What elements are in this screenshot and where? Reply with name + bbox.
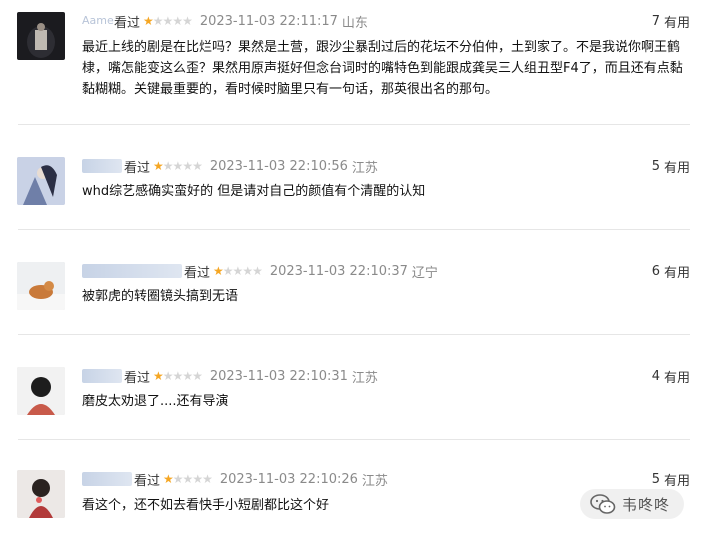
review-location: 江苏 — [351, 160, 378, 176]
username-link[interactable]: Aame — [82, 14, 114, 28]
useful-label: 有用 — [663, 473, 690, 489]
useful-count: 5 — [651, 158, 660, 174]
review-text: 被郭虎的转圈镜头搞到无语 — [82, 289, 239, 304]
review-meta: 看过 ★ ★ ★ ★ ★ 2023-11-03 22:10:31 江苏 — [82, 365, 378, 387]
review-item: 看过 ★ ★ ★ ★ ★ 2023-11-03 22:10:56 江苏 5 有用 whd… — [0, 125, 702, 230]
review-list: Aame 看过 ★ ★ ★ ★ ★ 2023-11-03 22:11:17 山东 7 有… — [0, 0, 702, 537]
avatar[interactable] — [17, 262, 65, 310]
star-icon: ★ — [192, 472, 203, 486]
star-icon: ★ — [242, 264, 253, 278]
star-icon: ★ — [163, 472, 174, 486]
useful-button[interactable]: 6 有用 — [652, 260, 690, 282]
review-meta: Aame 看过 ★ ★ ★ ★ ★ 2023-11-03 22:11:17 山东 — [82, 10, 368, 32]
star-icon: ★ — [143, 14, 154, 28]
star-icon: ★ — [162, 14, 174, 28]
useful-label: 有用 — [663, 265, 690, 281]
useful-button[interactable]: 7 有用 — [652, 10, 690, 32]
review-location: 山东 — [341, 15, 368, 31]
review-meta: 看过 ★ ★ ★ ★ ★ 2023-11-03 22:10:56 江苏 — [82, 155, 378, 177]
review-text: 磨皮太劝退了....还有导演 — [82, 394, 229, 409]
star-icon: ★ — [232, 264, 244, 278]
avatar[interactable] — [17, 12, 65, 60]
action-label: 看过 — [124, 160, 151, 176]
star-icon: ★ — [252, 264, 263, 278]
star-icon: ★ — [153, 369, 164, 383]
review-time: 2023-11-03 22:10:26 — [219, 471, 358, 487]
useful-label: 有用 — [663, 370, 690, 386]
username-link[interactable] — [82, 472, 132, 486]
star-icon: ★ — [172, 472, 184, 486]
useful-button[interactable]: 5 有用 — [652, 155, 690, 177]
star-icon: ★ — [182, 14, 193, 28]
review-item: 看过 ★ ★ ★ ★ ★ 2023-11-03 22:10:31 江苏 4 有用 磨皮太… — [0, 335, 702, 440]
star-icon: ★ — [162, 159, 174, 173]
action-label: 看过 — [134, 473, 161, 489]
action-label: 看过 — [184, 265, 211, 281]
review-text: whd综艺感确实蛮好的 但是请对自己的颜值有个清醒的认知 — [82, 184, 426, 199]
review-time: 2023-11-03 22:10:37 — [269, 263, 408, 279]
useful-count: 5 — [651, 471, 660, 487]
star-icon: ★ — [182, 159, 193, 173]
watermark: 韦咚咚 — [579, 489, 684, 519]
action-label: 看过 — [124, 370, 151, 386]
review-time: 2023-11-03 22:10:56 — [209, 158, 348, 174]
review-item: Aame 看过 ★ ★ ★ ★ ★ 2023-11-03 22:11:17 山东 7 有… — [0, 0, 702, 125]
useful-button[interactable]: 4 有用 — [652, 365, 690, 387]
star-icon: ★ — [172, 14, 183, 28]
watermark-text: 韦咚咚 — [621, 495, 670, 514]
star-icon: ★ — [162, 369, 174, 383]
avatar[interactable] — [17, 470, 65, 518]
rating-stars: ★ ★ ★ ★ ★ — [143, 14, 193, 28]
wechat-icon — [590, 494, 616, 514]
star-icon: ★ — [182, 369, 193, 383]
useful-count: 7 — [651, 13, 660, 29]
review-text: 最近上线的剧是在比烂吗？果然是土营，跟沙尘暴刮过后的花坛不分伯仲，土到家了。不是… — [82, 40, 683, 97]
review-item: 看过 ★ ★ ★ ★ ★ 2023-11-03 22:10:37 辽宁 6 有用 被郭虎… — [0, 230, 702, 335]
avatar[interactable] — [17, 367, 65, 415]
username-link[interactable] — [82, 264, 182, 278]
rating-stars: ★ ★ ★ ★ ★ — [213, 264, 263, 278]
star-icon: ★ — [213, 264, 224, 278]
rating-stars: ★ ★ ★ ★ ★ — [163, 472, 213, 486]
useful-label: 有用 — [663, 160, 690, 176]
star-icon: ★ — [222, 264, 234, 278]
review-location: 江苏 — [361, 473, 388, 489]
review-location: 江苏 — [351, 370, 378, 386]
review-meta: 看过 ★ ★ ★ ★ ★ 2023-11-03 22:10:26 江苏 — [82, 468, 388, 490]
star-icon: ★ — [192, 159, 203, 173]
useful-count: 4 — [651, 368, 660, 384]
useful-button[interactable]: 5 有用 — [652, 468, 690, 490]
star-icon: ★ — [172, 159, 184, 173]
avatar[interactable] — [17, 157, 65, 205]
star-icon: ★ — [192, 369, 203, 383]
action-label: 看过 — [114, 15, 141, 31]
review-time: 2023-11-03 22:11:17 — [199, 13, 338, 29]
useful-label: 有用 — [663, 15, 690, 31]
star-icon: ★ — [202, 472, 213, 486]
star-icon: ★ — [182, 472, 194, 486]
review-meta: 看过 ★ ★ ★ ★ ★ 2023-11-03 22:10:37 辽宁 — [82, 260, 438, 282]
username-link[interactable] — [82, 369, 122, 383]
star-icon: ★ — [153, 159, 164, 173]
rating-stars: ★ ★ ★ ★ ★ — [153, 159, 203, 173]
review-location: 辽宁 — [411, 265, 438, 281]
useful-count: 6 — [651, 263, 660, 279]
star-icon: ★ — [172, 369, 184, 383]
star-icon: ★ — [152, 14, 164, 28]
review-time: 2023-11-03 22:10:31 — [209, 368, 348, 384]
rating-stars: ★ ★ ★ ★ ★ — [153, 369, 203, 383]
username-link[interactable] — [82, 159, 122, 173]
